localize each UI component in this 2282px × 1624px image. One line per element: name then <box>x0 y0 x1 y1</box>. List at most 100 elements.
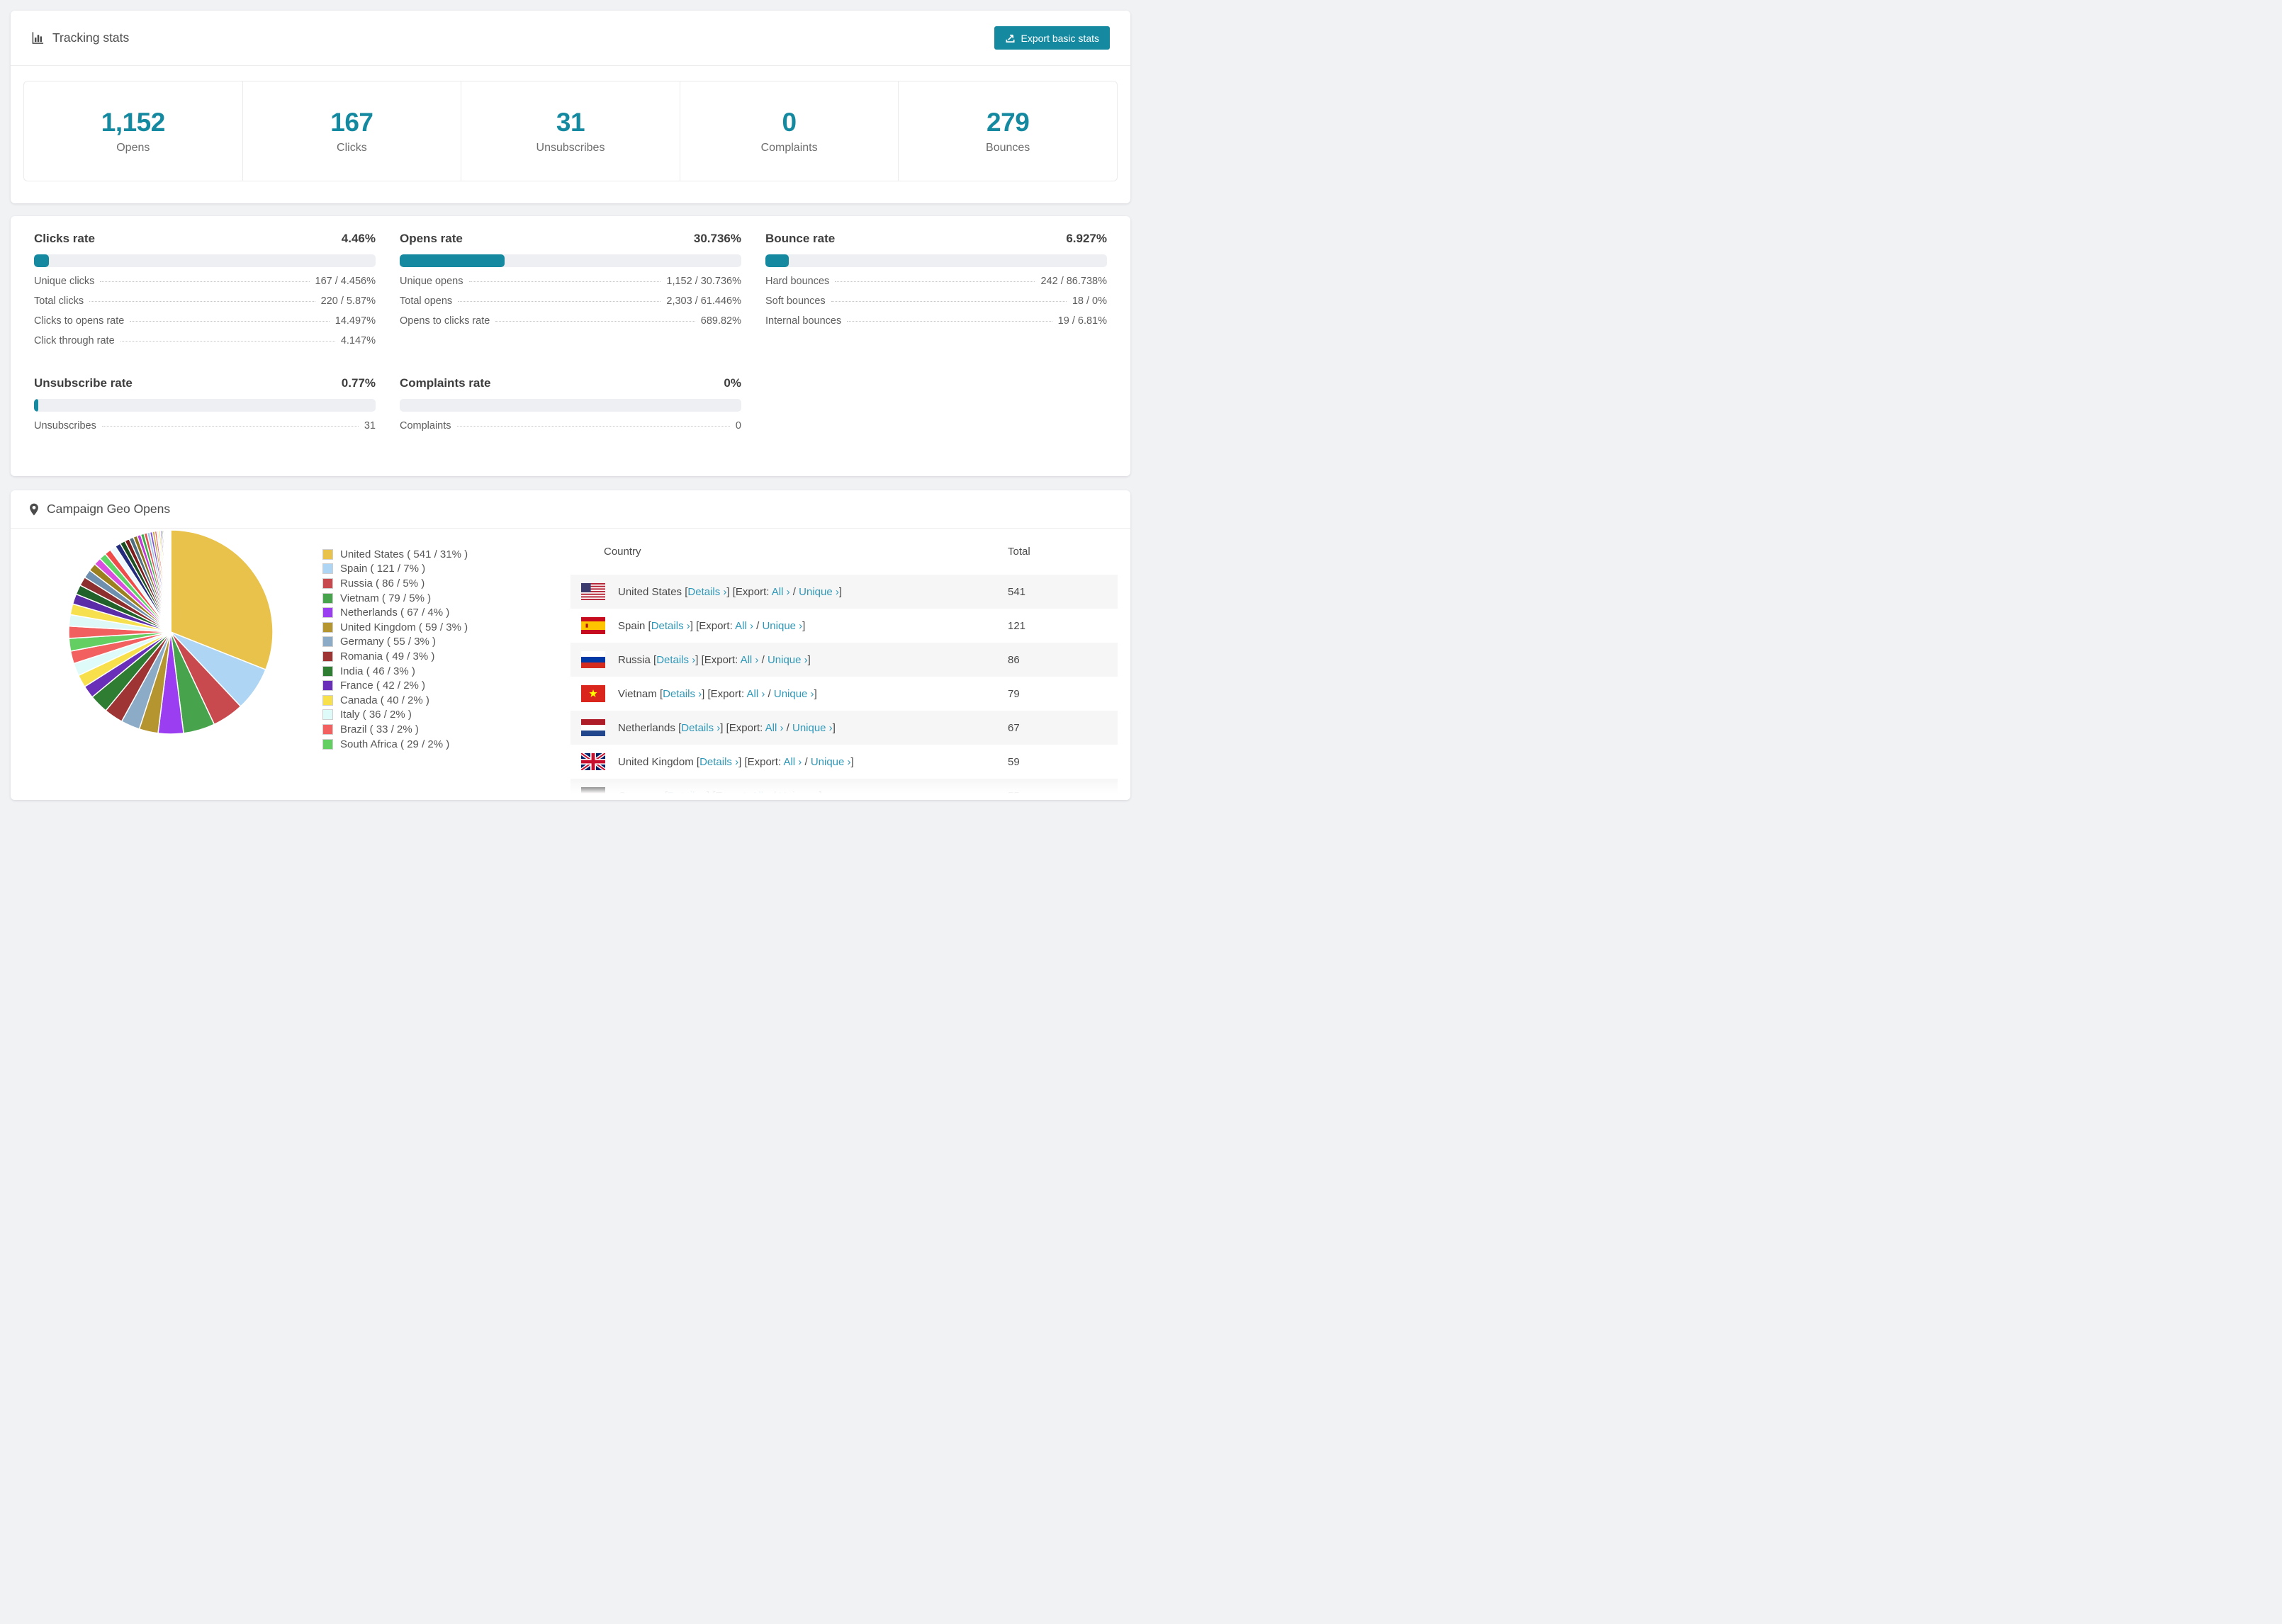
country-total: 59 <box>1008 755 1020 768</box>
rate-detail-row: Opens to clicks rate 689.82% <box>400 315 741 335</box>
legend-swatch <box>322 621 333 633</box>
rate-detail-row: Total clicks 220 / 5.87% <box>34 295 376 315</box>
export-unique-link[interactable]: Unique › <box>762 620 802 632</box>
bracket: ] <box>726 585 733 598</box>
rate-row-value: 0 <box>735 420 741 432</box>
bracket: ] <box>802 619 806 632</box>
progress-bar <box>765 254 1107 267</box>
legend-item: Romania ( 49 / 3% ) <box>322 649 570 664</box>
legend-item: South Africa ( 29 / 2% ) <box>322 737 570 752</box>
details-link[interactable]: Details › <box>663 688 702 700</box>
legend-label: Canada ( 40 / 2% ) <box>340 694 429 706</box>
export-all-link[interactable]: All › <box>765 722 784 734</box>
tracking-stats-page: Tracking stats Export basic stats 1,152 … <box>0 0 1141 812</box>
country-cell: Germany [Details ›] [Export: All › / Uni… <box>618 790 822 801</box>
country-total: 55 <box>1008 789 1020 801</box>
country-name: Spain <box>618 619 648 632</box>
rate-row-label: Opens to clicks rate <box>400 315 490 327</box>
export-all-link[interactable]: All › <box>772 586 790 598</box>
export-all-link[interactable]: All › <box>783 756 802 768</box>
export-basic-stats-button[interactable]: Export basic stats <box>994 26 1110 50</box>
geo-pie-legend: United States ( 541 / 31% ) Spain ( 121 … <box>322 529 570 751</box>
geo-table-row: United States [Details ›] [Export: All ›… <box>570 575 1118 609</box>
export-unique-link[interactable]: Unique › <box>768 654 808 666</box>
legend-item: Russia ( 86 / 5% ) <box>322 576 570 591</box>
rate-panel: Complaints rate 0% Complaints 0 <box>400 376 741 440</box>
flag-de-icon <box>581 787 605 800</box>
stat-value: 279 <box>987 108 1030 137</box>
dotted-leader <box>458 301 661 302</box>
flag-vn-icon <box>581 685 605 702</box>
country-cell: United Kingdom [Details ›] [Export: All … <box>618 756 854 768</box>
details-link[interactable]: Details › <box>681 722 720 734</box>
country-cell: United States [Details ›] [Export: All ›… <box>618 586 842 598</box>
details-link[interactable]: Details › <box>668 790 707 801</box>
rate-detail-row: Unsubscribes 31 <box>34 420 376 440</box>
country-name: Russia <box>618 653 654 666</box>
export-unique-link[interactable]: Unique › <box>779 790 819 801</box>
separator: / <box>802 755 811 768</box>
dotted-leader <box>831 301 1067 302</box>
legend-swatch <box>322 709 333 721</box>
rate-row-value: 18 / 0% <box>1072 295 1107 307</box>
export-unique-link[interactable]: Unique › <box>811 756 851 768</box>
rate-panel-title: Complaints rate <box>400 376 491 390</box>
rates-grid: Clicks rate 4.46% Unique clicks 167 / 4.… <box>11 216 1130 440</box>
geo-table-row: Vietnam [Details ›] [Export: All › / Uni… <box>570 677 1118 711</box>
legend-item: Netherlands ( 67 / 4% ) <box>322 605 570 620</box>
export-unique-link[interactable]: Unique › <box>774 688 814 700</box>
export-all-link[interactable]: All › <box>741 654 759 666</box>
rate-panel-value: 4.46% <box>341 232 376 245</box>
rate-row-label: Unsubscribes <box>34 420 96 432</box>
export-all-link[interactable]: All › <box>747 688 765 700</box>
export-unique-link[interactable]: Unique › <box>799 586 839 598</box>
export-all-link[interactable]: All › <box>735 620 753 632</box>
rate-detail-row: Unique clicks 167 / 4.456% <box>34 276 376 295</box>
rate-row-value: 4.147% <box>340 335 376 346</box>
details-link[interactable]: Details › <box>656 654 695 666</box>
rate-row-label: Internal bounces <box>765 315 842 327</box>
stat-value: 1,152 <box>101 108 166 137</box>
details-link[interactable]: Details › <box>651 620 690 632</box>
details-link[interactable]: Details › <box>687 586 726 598</box>
rate-row-value: 220 / 5.87% <box>320 295 376 307</box>
tracking-stats-card: Tracking stats Export basic stats 1,152 … <box>11 11 1130 203</box>
country-name: Vietnam <box>618 687 660 700</box>
bracket: ] <box>819 789 822 801</box>
rate-row-label: Unique clicks <box>34 276 95 287</box>
legend-item: Italy ( 36 / 2% ) <box>322 708 570 723</box>
dotted-leader <box>456 426 730 427</box>
export-button-label: Export basic stats <box>1021 32 1100 44</box>
export-prefix: [Export: <box>726 721 765 734</box>
legend-swatch <box>322 665 333 677</box>
stat-box: 0 Complaints <box>680 81 899 181</box>
flag-nl-icon <box>581 719 605 736</box>
dotted-leader <box>120 341 335 342</box>
dotted-leader <box>835 281 1035 282</box>
dotted-leader <box>130 321 330 322</box>
export-prefix: [Export: <box>696 619 736 632</box>
separator: / <box>783 721 792 734</box>
bar-chart-icon <box>31 31 45 45</box>
stat-box: 1,152 Opens <box>24 81 243 181</box>
separator: / <box>758 653 768 666</box>
export-prefix: [Export: <box>732 585 772 598</box>
country-name: United States <box>618 585 685 598</box>
bracket: ] <box>690 619 697 632</box>
rate-row-label: Clicks to opens rate <box>34 315 125 327</box>
country-name: United Kingdom <box>618 755 697 768</box>
export-all-link[interactable]: All › <box>751 790 770 801</box>
separator: / <box>789 585 799 598</box>
legend-swatch <box>322 607 333 619</box>
rate-detail-row: Soft bounces 18 / 0% <box>765 295 1107 315</box>
rate-row-value: 167 / 4.456% <box>315 276 376 287</box>
legend-swatch <box>322 680 333 692</box>
rate-panel-title: Clicks rate <box>34 232 95 245</box>
legend-label: Romania ( 49 / 3% ) <box>340 650 435 662</box>
geo-col-country: Country <box>604 546 641 558</box>
rate-panel-title: Unsubscribe rate <box>34 376 133 390</box>
legend-item: Canada ( 40 / 2% ) <box>322 693 570 708</box>
export-unique-link[interactable]: Unique › <box>792 722 833 734</box>
legend-label: India ( 46 / 3% ) <box>340 665 415 677</box>
details-link[interactable]: Details › <box>699 756 738 768</box>
